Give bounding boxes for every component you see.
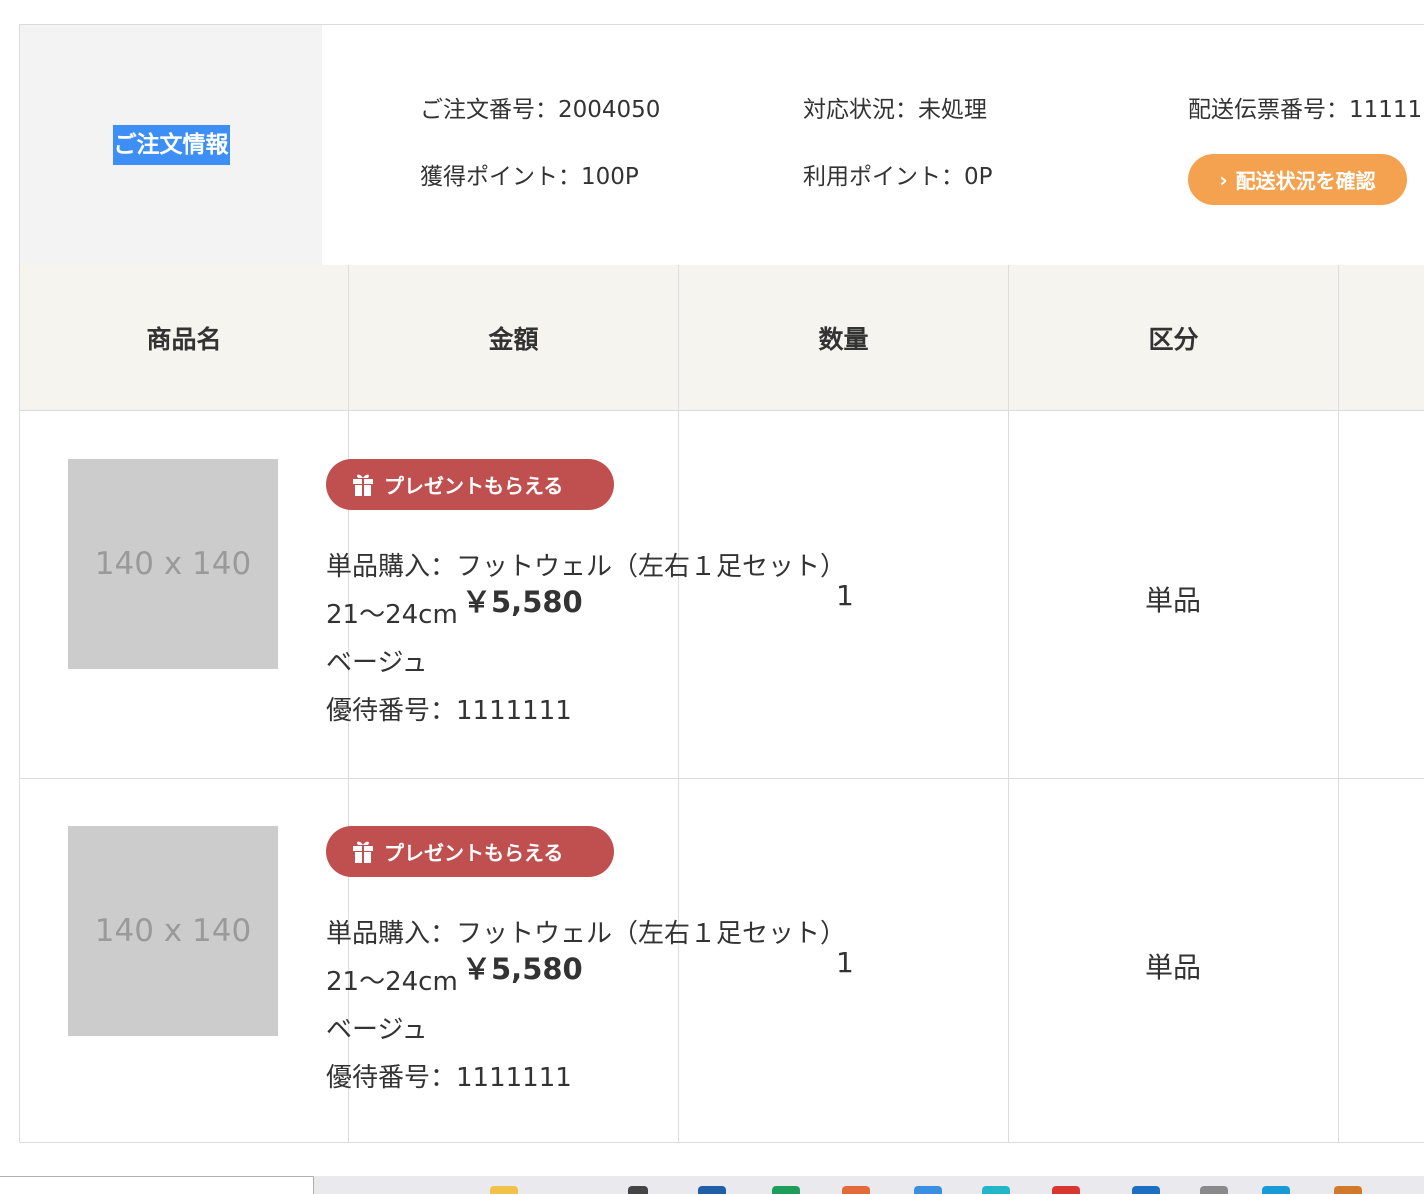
product-category: 単品 — [1145, 584, 1202, 617]
tracking-number: 配送伝票番号：11111 — [1188, 97, 1423, 123]
taskbar-app-icon[interactable] — [772, 1186, 800, 1194]
taskbar-app-icon[interactable] — [1334, 1186, 1362, 1194]
product-name: 単品購入：フットウェル（左右１足セット） — [326, 919, 847, 949]
used-points: 利用ポイント：0P — [803, 164, 993, 190]
product-benefit-number: 優待番号：1111111 — [326, 696, 572, 726]
order-info-label: ご注文情報 — [112, 125, 230, 165]
product-description: 単品購入：フットウェル（左右１足セット） 21～24cm ベージュ 優待番号：1… — [326, 543, 846, 735]
product-size: 21～24cm — [326, 600, 458, 630]
taskbar — [0, 1176, 1424, 1194]
order-info-row: ご注文情報 ご注文番号：2004050 対応状況：未処理 配送伝票番号：1111… — [20, 25, 1424, 266]
taskbar-app-icon[interactable] — [698, 1186, 726, 1194]
check-shipping-label: 配送状況を確認 — [1235, 169, 1376, 193]
taskbar-app-icon[interactable] — [1200, 1186, 1228, 1194]
gift-icon — [353, 474, 373, 496]
order-detail-panel: ご注文情報 ご注文番号：2004050 対応状況：未処理 配送伝票番号：1111… — [19, 24, 1424, 1143]
header-quantity: 数量 — [818, 324, 869, 354]
product-quantity: 1 — [836, 946, 854, 979]
product-thumbnail: 140 x 140 — [68, 459, 278, 669]
product-size: 21～24cm — [326, 967, 458, 997]
header-price: 金額 — [488, 324, 539, 354]
product-price: ￥5,580 — [462, 585, 583, 619]
product-quantity: 1 — [836, 579, 854, 612]
product-benefit-number: 優待番号：1111111 — [326, 1063, 572, 1093]
taskbar-app-icon[interactable] — [490, 1186, 518, 1194]
taskbar-search-box[interactable] — [0, 1176, 314, 1194]
taskbar-app-icon[interactable] — [628, 1186, 648, 1194]
order-info-label-cell: ご注文情報 — [20, 25, 322, 265]
product-thumbnail: 140 x 140 — [68, 826, 278, 1036]
product-color: ベージュ — [326, 1015, 428, 1045]
product-category: 単品 — [1145, 951, 1202, 984]
taskbar-app-icon[interactable] — [842, 1186, 870, 1194]
gift-icon — [353, 841, 373, 863]
product-price: ￥5,580 — [462, 952, 583, 986]
check-shipping-button[interactable]: › 配送状況を確認 — [1188, 154, 1407, 205]
header-product-name: 商品名 — [146, 324, 222, 354]
order-status: 対応状況：未処理 — [803, 97, 987, 123]
taskbar-app-icon[interactable] — [1052, 1186, 1080, 1194]
present-badge: プレゼントもらえる — [326, 459, 614, 510]
taskbar-app-icon[interactable] — [1132, 1186, 1160, 1194]
earned-points: 獲得ポイント：100P — [420, 164, 639, 190]
order-number: ご注文番号：2004050 — [420, 97, 661, 123]
product-color: ベージュ — [326, 648, 428, 678]
product-name: 単品購入：フットウェル（左右１足セット） — [326, 552, 847, 582]
taskbar-app-icon[interactable] — [982, 1186, 1010, 1194]
chevron-right-icon: › — [1219, 167, 1228, 192]
header-category: 区分 — [1148, 324, 1199, 354]
present-badge-label: プレゼントもらえる — [384, 841, 564, 865]
product-description: 単品購入：フットウェル（左右１足セット） 21～24cm ベージュ 優待番号：1… — [326, 910, 846, 1102]
table-row: 140 x 140 プレゼントもらえる 単品購入：フットウェル（左右１足セット）… — [20, 778, 1424, 1142]
table-row: 140 x 140 プレゼントもらえる 単品購入：フットウェル（左右１足セット）… — [20, 411, 1424, 779]
present-badge: プレゼントもらえる — [326, 826, 614, 877]
taskbar-app-icon[interactable] — [914, 1186, 942, 1194]
present-badge-label: プレゼントもらえる — [384, 474, 564, 498]
table-header: 商品名 金額 数量 区分 — [20, 265, 1424, 411]
taskbar-app-icon[interactable] — [1262, 1186, 1290, 1194]
